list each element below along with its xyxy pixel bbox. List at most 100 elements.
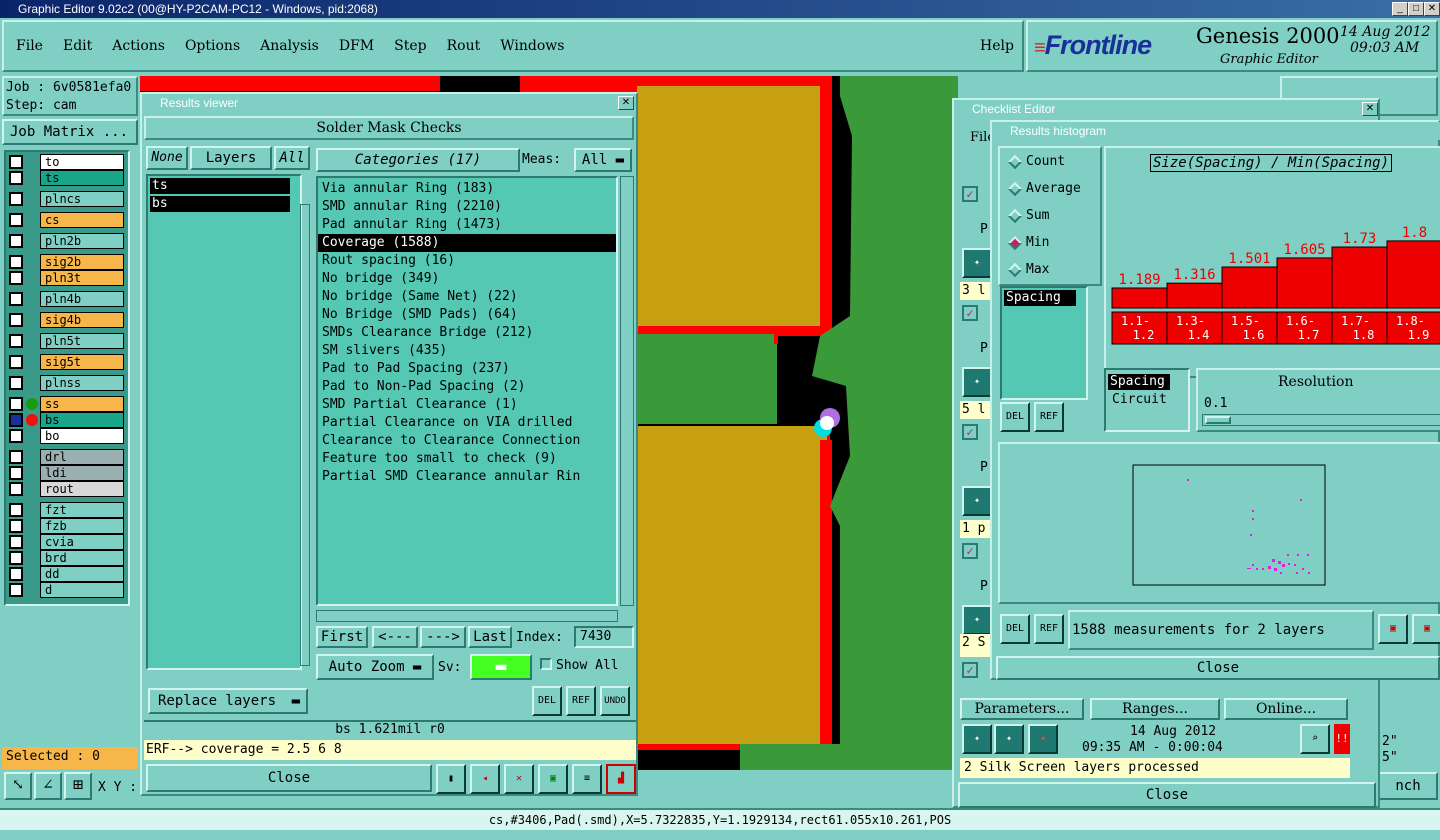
job-matrix-button[interactable]: Job Matrix ... <box>2 119 138 145</box>
del-button[interactable]: DEL <box>532 686 562 716</box>
layer-checkbox[interactable] <box>9 192 23 206</box>
menu-item-actions[interactable]: Actions <box>112 38 165 54</box>
online-button[interactable]: Online... <box>1224 698 1348 720</box>
minimize-button[interactable]: _ <box>1392 2 1408 16</box>
group-item-circuit[interactable]: Circuit <box>1108 392 1170 408</box>
layer-row-pln5t[interactable]: pln5t <box>7 333 125 349</box>
category-item[interactable]: Pad to Pad Spacing (237) <box>318 360 616 378</box>
category-item[interactable]: Pad annular Ring (1473) <box>318 216 616 234</box>
last-button[interactable]: Last <box>468 626 512 648</box>
results-viewer-close-icon[interactable]: ✕ <box>618 96 634 110</box>
layer-checkbox[interactable] <box>9 429 23 443</box>
show-all-checkbox[interactable] <box>540 658 552 670</box>
replace-layers-dropdown[interactable]: Replace layers ▬ <box>148 688 308 714</box>
category-item[interactable]: Pad to Non-Pad Spacing (2) <box>318 378 616 396</box>
checklist-close-icon[interactable]: ✕ <box>1362 102 1378 116</box>
layer-row-cvia[interactable]: cvia <box>7 534 125 550</box>
zoom-icon[interactable]: ⌕ <box>1300 724 1330 754</box>
chart-tool-icon-4[interactable]: ▣ <box>538 764 568 794</box>
layer-result-ts[interactable]: ts <box>150 178 290 194</box>
layer-row-brd[interactable]: brd <box>7 550 125 566</box>
category-item[interactable]: Clearance to Clearance Connection <box>318 432 616 450</box>
layer-row-bo[interactable]: bo <box>7 428 125 444</box>
maximize-button[interactable]: □ <box>1408 2 1424 16</box>
checklist-run-icon[interactable]: ✦ <box>962 486 992 516</box>
menu-item-options[interactable]: Options <box>185 38 240 54</box>
resolution-slider-thumb[interactable] <box>1205 416 1231 424</box>
resolution-slider[interactable] <box>1202 414 1440 426</box>
layer-row-bs[interactable]: bs <box>7 412 125 428</box>
all-button[interactable]: All <box>274 146 310 170</box>
sv-color-dropdown[interactable]: ▬ <box>470 654 532 680</box>
chart-tool-icon-1[interactable]: ▮ <box>436 764 466 794</box>
histogram-bar[interactable] <box>1221 266 1278 309</box>
layer-row-plncs[interactable]: plncs <box>7 191 125 207</box>
layer-checkbox[interactable] <box>9 519 23 533</box>
checklist-run-icon[interactable]: ✦ <box>962 605 992 635</box>
menu-item-file[interactable]: File <box>16 38 43 54</box>
category-item[interactable]: Partial SMD Clearance annular Rin <box>318 468 616 486</box>
layer-row-ts[interactable]: ts <box>7 170 125 186</box>
mode-radio-max[interactable]: Max <box>1006 258 1096 282</box>
chart-tool-icon-3[interactable]: ✕ <box>504 764 534 794</box>
hist-ref-button-2[interactable]: REF <box>1034 614 1064 644</box>
menu-item-edit[interactable]: Edit <box>63 38 92 54</box>
checklist-row-checkbox[interactable]: ✓ <box>962 662 978 678</box>
group-item-spacing[interactable]: Spacing <box>1108 374 1170 390</box>
layer-row-d[interactable]: d <box>7 582 125 598</box>
layer-row-pln2b[interactable]: pln2b <box>7 233 125 249</box>
menu-item-rout[interactable]: Rout <box>447 38 481 54</box>
histogram-bar[interactable] <box>1276 257 1333 309</box>
histogram-bar[interactable] <box>1331 246 1388 309</box>
export-icon-1[interactable]: ▣ <box>1378 614 1408 644</box>
hist-del-button[interactable]: DEL <box>1000 402 1030 432</box>
menu-item-dfm[interactable]: DFM <box>339 38 374 54</box>
layer-row-sig4b[interactable]: sig4b <box>7 312 125 328</box>
run-icon-3[interactable]: ✦ <box>1028 724 1058 754</box>
layer-row-pln3t[interactable]: pln3t <box>7 270 125 286</box>
tool-icon-2[interactable]: ∠ <box>34 772 62 800</box>
checklist-row-checkbox[interactable]: ✓ <box>962 186 978 202</box>
layer-checkbox[interactable] <box>9 413 23 427</box>
category-item[interactable]: Partial Clearance on VIA drilled <box>318 414 616 432</box>
layer-checkbox[interactable] <box>9 450 23 464</box>
run-icon-1[interactable]: ✦ <box>962 724 992 754</box>
layer-checkbox[interactable] <box>9 313 23 327</box>
categories-scrollbar[interactable] <box>620 176 634 606</box>
mode-radio-sum[interactable]: Sum <box>1006 204 1096 228</box>
layer-row-rout[interactable]: rout <box>7 481 125 497</box>
layer-checkbox[interactable] <box>9 535 23 549</box>
layer-row-plnss[interactable]: plnss <box>7 375 125 391</box>
layer-checkbox[interactable] <box>9 171 23 185</box>
layer-checkbox[interactable] <box>9 355 23 369</box>
mode-radio-min[interactable]: Min <box>1006 231 1096 255</box>
metric-list[interactable]: Spacing <box>1000 286 1088 400</box>
layer-row-sig2b[interactable]: sig2b <box>7 254 125 270</box>
category-item[interactable]: Via annular Ring (183) <box>318 180 616 198</box>
run-icon-2[interactable]: ✦ <box>994 724 1024 754</box>
categories-hscrollbar[interactable] <box>316 610 618 622</box>
layer-checkbox[interactable] <box>9 334 23 348</box>
tool-icon-1[interactable]: ⤡ <box>4 772 32 800</box>
ranges-button[interactable]: Ranges... <box>1090 698 1220 720</box>
histogram-close-button[interactable]: Close <box>996 656 1440 680</box>
layer-row-pln4b[interactable]: pln4b <box>7 291 125 307</box>
layer-checkbox[interactable] <box>9 213 23 227</box>
layer-checkbox[interactable] <box>9 376 23 390</box>
layer-checkbox[interactable] <box>9 583 23 597</box>
metric-item-spacing[interactable]: Spacing <box>1004 290 1076 306</box>
category-item[interactable]: Rout spacing (16) <box>318 252 616 270</box>
layer-checkbox[interactable] <box>9 271 23 285</box>
auto-zoom-dropdown[interactable]: Auto Zoom ▬ <box>316 654 434 680</box>
layer-checkbox[interactable] <box>9 292 23 306</box>
help-menu[interactable]: Help <box>980 38 1014 54</box>
layer-checkbox[interactable] <box>9 155 23 169</box>
close-button[interactable]: ✕ <box>1424 2 1440 16</box>
category-item[interactable]: No bridge (Same Net) (22) <box>318 288 616 306</box>
layer-checkbox[interactable] <box>9 234 23 248</box>
categories-list[interactable]: Via annular Ring (183) SMD annular Ring (… <box>316 176 618 606</box>
category-item[interactable]: SM slivers (435) <box>318 342 616 360</box>
layer-checkbox[interactable] <box>9 397 23 411</box>
checklist-row-checkbox[interactable]: ✓ <box>962 543 978 559</box>
histogram-bar[interactable] <box>1166 282 1223 309</box>
